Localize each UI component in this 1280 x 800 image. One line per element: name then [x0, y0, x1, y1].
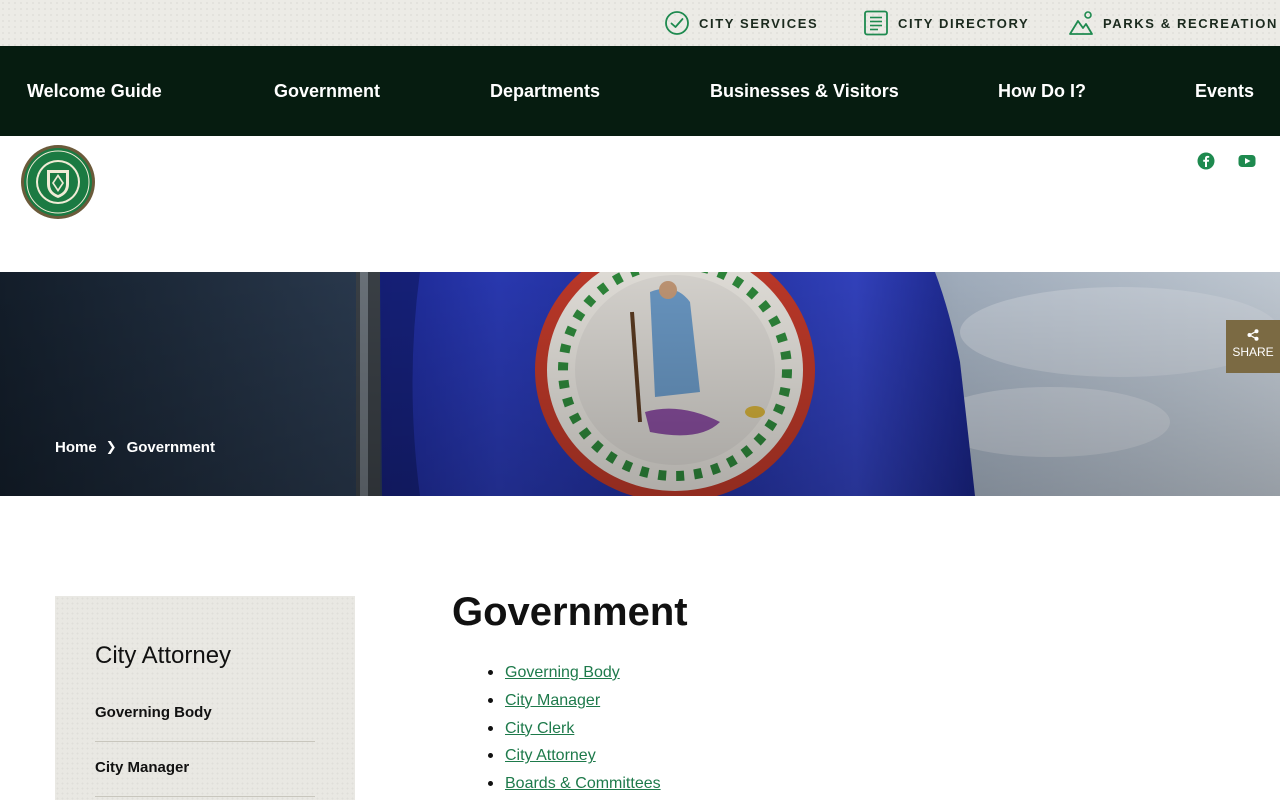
- mountain-icon: [1069, 11, 1093, 35]
- hero-banner: [0, 272, 1280, 496]
- page-title: Government: [452, 590, 688, 634]
- nav-item-how-do-i[interactable]: How Do I?: [998, 46, 1086, 136]
- government-link-list: Governing Body City Manager City Clerk C…: [488, 661, 661, 800]
- sidebar-divider: [95, 741, 315, 742]
- city-services-link[interactable]: CITY SERVICES: [664, 9, 818, 37]
- parks-recreation-label: PARKS & RECREATION: [1103, 15, 1278, 31]
- breadcrumb-home[interactable]: Home: [55, 439, 97, 456]
- list-item: Boards & Committees: [488, 772, 661, 800]
- parks-recreation-link[interactable]: PARKS & RECREATION: [1068, 9, 1278, 37]
- check-circle-icon: [665, 11, 689, 35]
- share-label: SHARE: [1232, 345, 1274, 359]
- list-item: City Manager: [488, 689, 661, 717]
- main-nav: Welcome Guide Government Departments Bus…: [0, 46, 1280, 136]
- header-band: [0, 136, 1280, 272]
- facebook-icon[interactable]: [1197, 152, 1215, 170]
- nav-item-events[interactable]: Events: [1195, 46, 1254, 136]
- link-city-clerk[interactable]: City Clerk: [505, 720, 574, 737]
- nav-item-government[interactable]: Government: [274, 46, 380, 136]
- utility-bar: CITY SERVICES CITY DIRECTORY PARKS & REC…: [0, 0, 1280, 46]
- city-seal-logo[interactable]: [20, 144, 96, 220]
- nav-item-welcome-guide[interactable]: Welcome Guide: [27, 46, 162, 136]
- link-boards-committees[interactable]: Boards & Committees: [505, 775, 661, 792]
- breadcrumb: Home ❯ Government: [55, 438, 215, 456]
- nav-item-departments[interactable]: Departments: [490, 46, 600, 136]
- link-city-attorney[interactable]: City Attorney: [505, 747, 596, 764]
- sidebar-item-city-manager[interactable]: City Manager: [95, 759, 315, 776]
- link-governing-body[interactable]: Governing Body: [505, 664, 620, 681]
- breadcrumb-current: Government: [126, 438, 215, 456]
- youtube-icon[interactable]: [1238, 152, 1256, 170]
- city-directory-label: CITY DIRECTORY: [898, 15, 1030, 31]
- sidebar-item-governing-body[interactable]: Governing Body: [95, 704, 315, 721]
- city-services-label: CITY SERVICES: [699, 15, 819, 31]
- chevron-right-icon: ❯: [105, 439, 117, 454]
- list-item: Governing Body: [488, 661, 661, 689]
- city-directory-link[interactable]: CITY DIRECTORY: [863, 9, 1029, 37]
- sidebar-divider: [95, 796, 315, 797]
- list-item: City Clerk: [488, 717, 661, 745]
- share-icon: [1247, 329, 1259, 341]
- share-button[interactable]: SHARE: [1226, 320, 1280, 373]
- list-item: City Attorney: [488, 744, 661, 772]
- nav-item-businesses-visitors[interactable]: Businesses & Visitors: [710, 46, 899, 136]
- document-list-icon: [864, 10, 888, 36]
- sidebar-nav: City Attorney Governing Body City Manage…: [55, 596, 355, 800]
- link-city-manager[interactable]: City Manager: [505, 692, 600, 709]
- sidebar-title[interactable]: City Attorney: [95, 642, 231, 670]
